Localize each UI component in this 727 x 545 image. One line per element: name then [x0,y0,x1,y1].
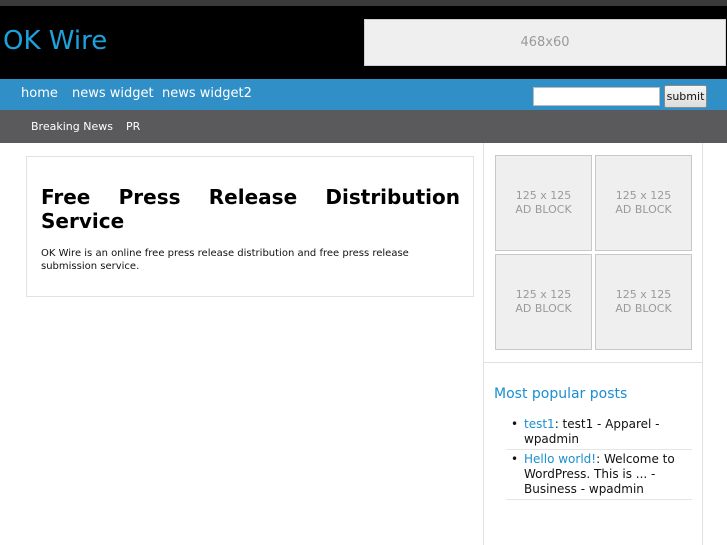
nav-item-news-widget[interactable]: news widget [72,86,154,101]
ad-block-label: AD BLOCK [515,203,572,216]
ad-block[interactable]: 125 x 125 AD BLOCK [595,254,692,350]
main-nav: home news widget news widget2 submit [0,79,727,110]
subnav-item-breaking-news[interactable]: Breaking News [31,120,113,133]
subnav-item-pr[interactable]: PR [126,120,140,133]
ad-block-size: 125 x 125 [615,189,672,202]
ad-block-label: AD BLOCK [615,203,672,216]
ad-block-size: 125 x 125 [515,288,572,301]
ad-block[interactable]: 125 x 125 AD BLOCK [495,155,592,251]
ad-block-size: 125 x 125 [615,288,672,301]
ad-block[interactable]: 125 x 125 AD BLOCK [495,254,592,350]
post-card: Free Press Release Distribution Service … [26,156,474,297]
nav-item-home[interactable]: home [21,86,58,101]
banner-ad-placeholder[interactable]: 468x60 [364,19,726,66]
post-title-line2: Service [41,209,125,233]
post-title-word: Free [41,185,91,209]
ad-block[interactable]: 125 x 125 AD BLOCK [595,155,692,251]
secondary-nav: Breaking News PR [0,110,727,143]
search-submit-button[interactable]: submit [664,85,707,108]
list-item: Hello world!: Welcome to WordPress. This… [506,452,692,500]
ad-block-label: AD BLOCK [515,302,572,315]
site-header: OK Wire 468x60 [0,6,727,79]
sidebar-divider [484,362,703,363]
post-body: OK Wire is an online free press release … [41,248,409,272]
sidebar: 125 x 125 AD BLOCK 125 x 125 AD BLOCK 12… [483,143,703,545]
search-input[interactable] [533,87,660,106]
popular-post-link[interactable]: Hello world! [524,452,596,466]
popular-post-link[interactable]: test1 [524,417,555,431]
post-title-word: Release [208,185,298,209]
nav-item-news-widget2[interactable]: news widget2 [162,86,252,101]
ad-block-size: 125 x 125 [515,189,572,202]
post-title-word: Distribution [325,185,460,209]
popular-posts-list: test1: test1 - Apparel - wpadmin Hello w… [506,417,692,502]
list-item: test1: test1 - Apparel - wpadmin [506,417,692,450]
post-title[interactable]: Free Press Release Distribution Service [41,185,460,233]
post-title-word: Press [118,185,181,209]
post-title-line1: Free Press Release Distribution [41,185,460,209]
ad-block-label: AD BLOCK [615,302,672,315]
site-logo-link[interactable]: OK Wire [3,26,107,56]
popular-posts-title: Most popular posts [494,386,628,402]
